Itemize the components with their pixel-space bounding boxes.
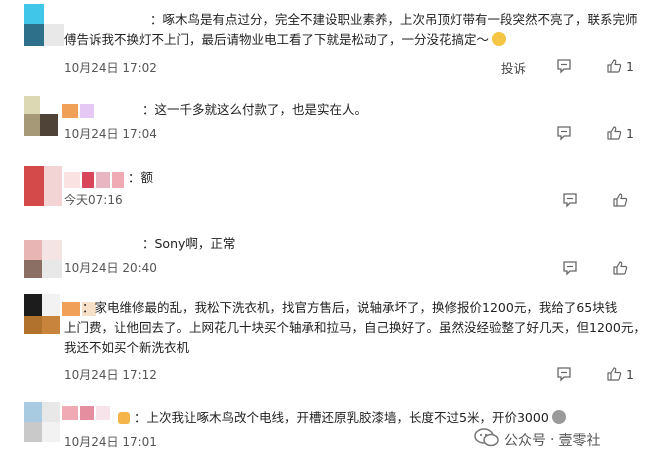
like-button[interactable] — [612, 260, 632, 276]
watermark-prefix: 公众号 — [504, 433, 546, 449]
comment-icon — [562, 192, 578, 208]
reply-button[interactable] — [556, 125, 572, 141]
like-count: 1 — [626, 366, 634, 382]
like-icon — [606, 366, 622, 382]
like-count: 1 — [626, 58, 634, 74]
comment-time: 10月24日 17:01 — [64, 435, 157, 449]
comment-text: ：啄木鸟是有点过分，完全不建设职业素养，上次吊顶灯带有一段突然不亮了，联系完师 — [150, 12, 638, 27]
comment-time: 10月24日 17:04 — [64, 127, 157, 141]
like-button[interactable] — [612, 192, 632, 208]
reply-button[interactable] — [562, 192, 578, 208]
like-icon — [612, 192, 628, 208]
reply-button[interactable] — [556, 58, 572, 74]
comment-icon — [556, 366, 572, 382]
wechat-logo-icon — [474, 428, 500, 452]
comment-text: 我还不如买个新洗衣机 — [64, 340, 190, 355]
watermark-separator: · — [550, 432, 555, 448]
emoji-face-icon — [118, 412, 130, 424]
like-button[interactable]: 1 — [606, 366, 634, 382]
skull-emoji-icon — [551, 410, 566, 424]
comment-text: 上门费，让他回去了。上网花几十块买个轴承和拉马，自己换好了。虽然没经验整了好几天… — [64, 320, 646, 335]
comment-text: 傅告诉我不换灯不上门，最后请物业电工看了下就是松动了，一分没花搞定～ — [64, 30, 507, 50]
like-icon — [606, 58, 622, 74]
comment-text: ：额 — [128, 170, 154, 185]
like-icon — [606, 125, 622, 141]
comment-time: 10月24日 17:12 — [64, 368, 157, 382]
watermark: 公众号 · 壹零社 — [474, 428, 600, 452]
report-label: 投诉 — [501, 61, 527, 76]
like-icon — [612, 260, 628, 276]
comment-icon — [556, 58, 572, 74]
comment-icon — [556, 125, 572, 141]
comment-time: 今天07:16 — [64, 193, 123, 207]
comment-time: 10月24日 17:02 — [64, 61, 157, 75]
reply-button[interactable] — [556, 366, 572, 382]
comment-icon — [562, 260, 578, 276]
watermark-name: 壹零社 — [558, 433, 601, 449]
comment-time: 10月24日 20:40 — [64, 261, 157, 275]
like-button[interactable]: 1 — [606, 58, 634, 74]
comment-text: ：Sony啊，正常 — [142, 236, 236, 251]
like-button[interactable]: 1 — [606, 125, 634, 141]
comment-text: ：家电维修最的乱，我松下洗衣机，找官方售后，说轴承坏了，换修报价1200元，我给… — [82, 300, 618, 315]
reply-button[interactable] — [562, 260, 578, 276]
report-button[interactable]: 投诉 — [501, 58, 526, 77]
like-count: 1 — [626, 125, 634, 141]
emoji-face-icon — [492, 32, 507, 46]
comment-text: ：上次我让啄木鸟改个电线，开槽还原乳胶漆墙，长度不过5米，开价3000 — [118, 408, 566, 428]
comment-text: ：这一千多就这么付款了，也是实在人。 — [142, 102, 368, 117]
